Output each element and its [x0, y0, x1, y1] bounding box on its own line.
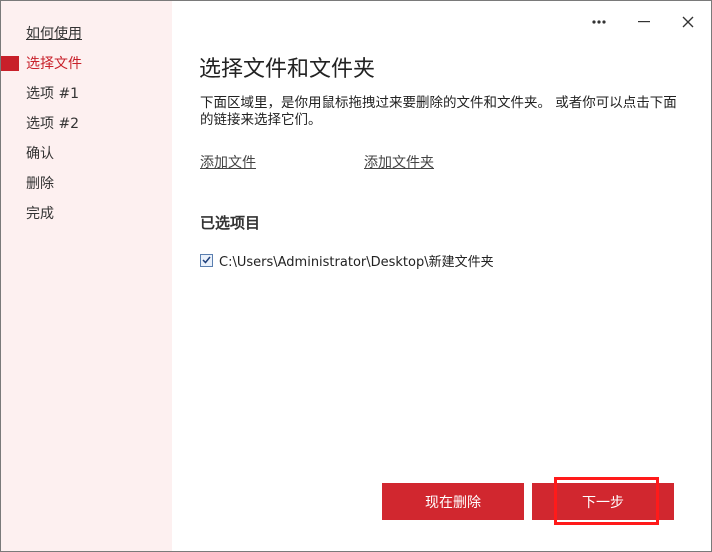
sidebar-item-option-1: 选项 #1 — [26, 86, 80, 102]
next-button[interactable]: 下一步 — [532, 483, 674, 520]
add-folder-link[interactable]: 添加文件夹 — [364, 152, 434, 172]
delete-now-button[interactable]: 现在删除 — [382, 483, 524, 520]
minimize-button[interactable] — [631, 9, 657, 35]
active-step-marker — [1, 56, 19, 71]
checkmark-icon — [202, 256, 211, 264]
minimize-icon — [638, 21, 650, 23]
page-title: 选择文件和文件夹 — [199, 57, 376, 82]
more-icon — [592, 20, 606, 24]
close-icon — [682, 16, 694, 28]
sidebar-item-confirm: 确认 — [26, 146, 54, 162]
sidebar-item-delete: 删除 — [26, 176, 54, 192]
sidebar-item-how-to-use[interactable]: 如何使用 — [26, 23, 82, 45]
close-button[interactable] — [675, 9, 701, 35]
sidebar-item-finish: 完成 — [26, 206, 54, 222]
selected-items-title: 已选项目 — [200, 214, 261, 232]
selected-item-path: C:\Users\Administrator\Desktop\新建文件夹 — [219, 254, 494, 270]
page-description: 下面区域里，是你用鼠标拖拽过来要删除的文件和文件夹。 或者你可以点击下面的链接来… — [200, 95, 677, 128]
sidebar-item-option-2: 选项 #2 — [26, 116, 80, 132]
item-checkbox[interactable] — [200, 253, 213, 267]
more-button[interactable] — [586, 9, 612, 35]
list-item: C:\Users\Administrator\Desktop\新建文件夹 — [200, 251, 494, 270]
sidebar-item-select-files[interactable]: 选择文件 — [26, 53, 82, 75]
app-window: 如何使用 选择文件 选项 #1 选项 #2 确认 删除 完成 选择文件和文件夹 … — [0, 0, 712, 552]
add-file-link[interactable]: 添加文件 — [200, 152, 256, 172]
sidebar: 如何使用 选择文件 选项 #1 选项 #2 确认 删除 完成 — [1, 1, 172, 551]
